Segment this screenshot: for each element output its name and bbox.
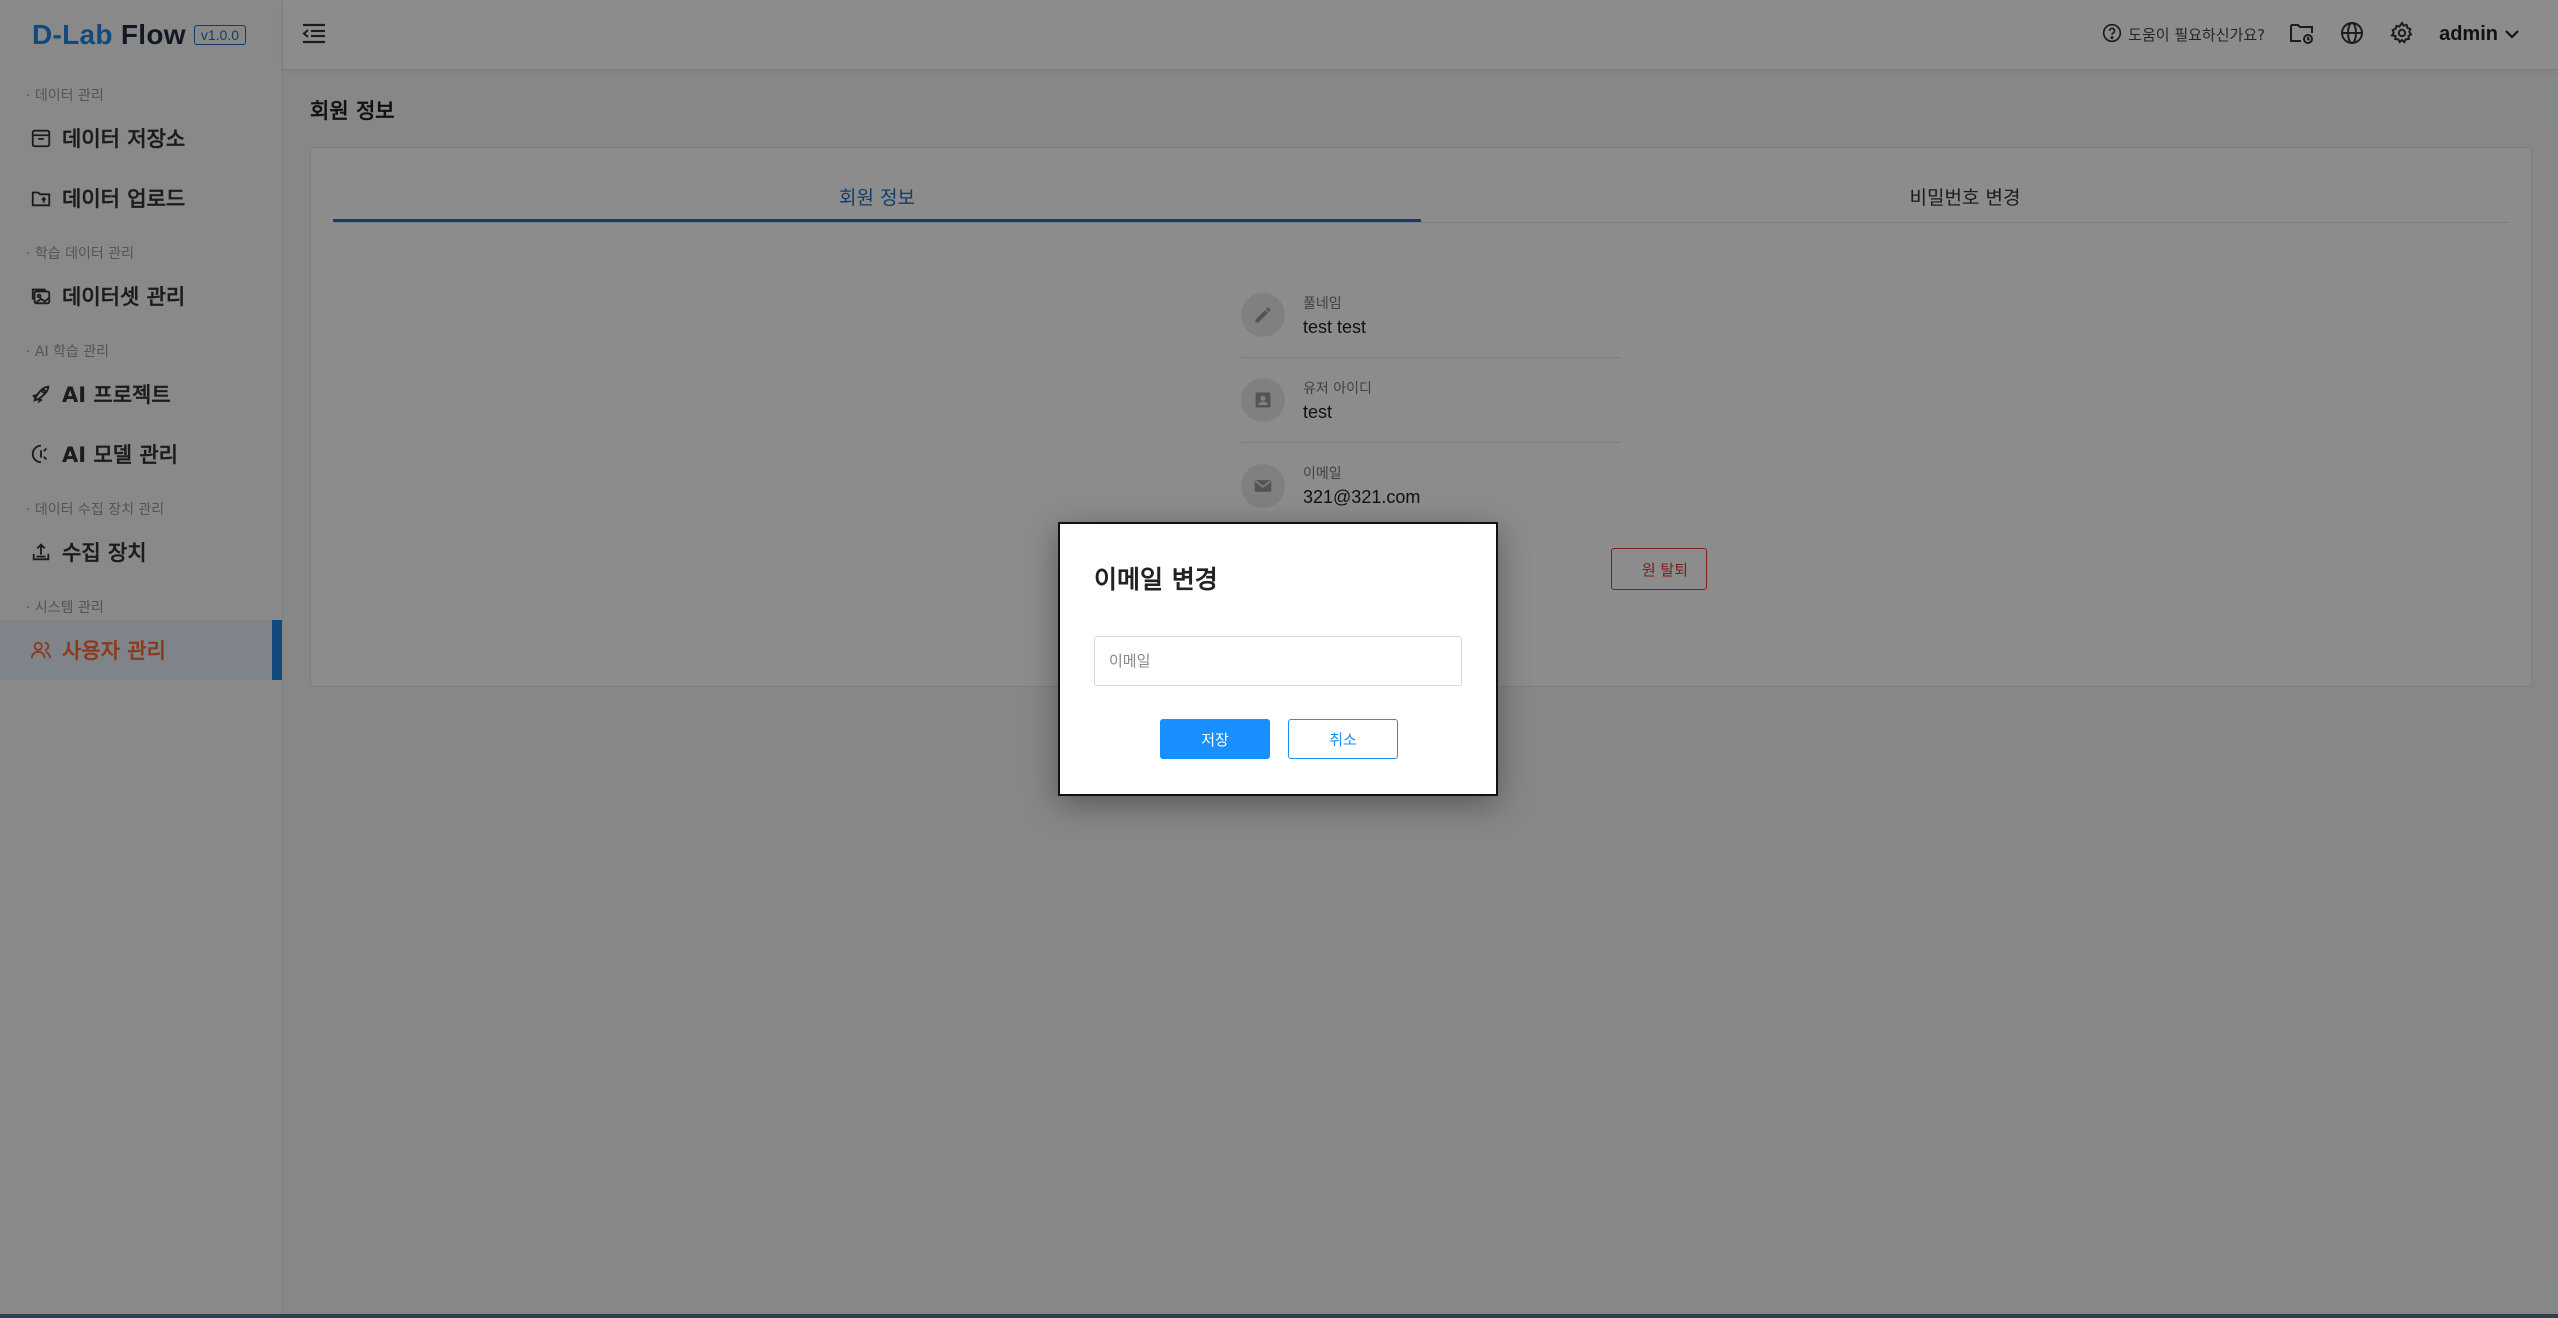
save-button[interactable]: 저장 [1160, 719, 1270, 759]
dialog-title: 이메일 변경 [1094, 565, 1218, 594]
change-email-dialog: 이메일 변경 저장 취소 [1058, 522, 1498, 796]
cancel-button[interactable]: 취소 [1288, 719, 1398, 759]
email-input[interactable] [1094, 636, 1462, 686]
taskbar-strip [0, 1314, 2558, 1318]
